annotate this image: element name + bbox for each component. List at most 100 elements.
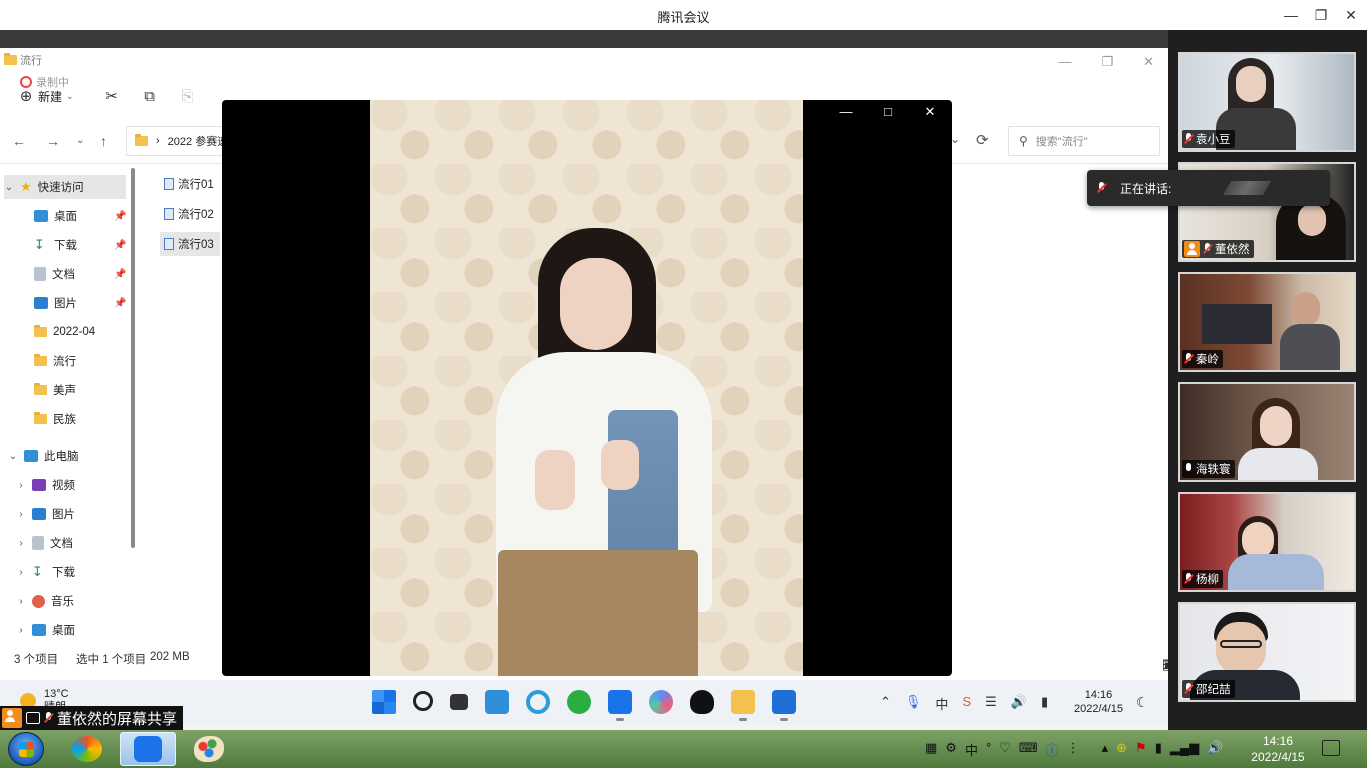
sidebar-item-bel-canto[interactable]: 美声 bbox=[34, 378, 76, 402]
new-button[interactable]: ⊕ 新建 ⌄ bbox=[18, 88, 74, 105]
taskbar-paint-button[interactable] bbox=[182, 732, 238, 766]
remote-system-tray: ⌃ 🎙 中 S ☰ 🔊 ▮ bbox=[880, 694, 1048, 713]
explorer-restore-icon[interactable]: ❐ bbox=[1101, 54, 1113, 70]
flag-icon[interactable]: ⚑ bbox=[1135, 740, 1147, 759]
keyboard-icon[interactable]: ⌨ bbox=[1019, 740, 1038, 759]
sidebar-item-label: 美声 bbox=[53, 385, 76, 397]
signal-icon[interactable]: ▂▄▆ bbox=[1170, 740, 1199, 759]
sidebar-item-this-pc[interactable]: ⌄ 此电脑 bbox=[8, 444, 79, 468]
tray-overflow-icon[interactable]: ▴ bbox=[1102, 740, 1109, 759]
sidebar-item-pc-downloads[interactable]: › ↧ 下载 bbox=[16, 560, 75, 584]
file-item[interactable]: 流行02 bbox=[160, 202, 220, 226]
tray-app-icon[interactable]: ⚙ bbox=[945, 740, 957, 759]
app-icon[interactable] bbox=[649, 690, 673, 714]
video-close-icon[interactable]: ✕ bbox=[920, 104, 940, 120]
folder-icon bbox=[34, 383, 47, 395]
participant-tile[interactable]: 袁小豆 bbox=[1178, 52, 1356, 152]
video-file-icon bbox=[164, 178, 174, 190]
sidebar-item-pc-documents[interactable]: › 文档 bbox=[16, 531, 73, 555]
battery-icon[interactable]: ▮ bbox=[1155, 740, 1162, 759]
refresh-icon[interactable]: ⟳ bbox=[976, 131, 989, 149]
battery-icon[interactable]: ▮ bbox=[1041, 694, 1048, 713]
taskbar-app-button[interactable] bbox=[60, 732, 116, 766]
ime-indicator[interactable]: 中 bbox=[965, 740, 978, 759]
restore-button[interactable]: ❐ bbox=[1308, 4, 1334, 26]
tray-app-icon[interactable]: ▦ bbox=[925, 740, 937, 759]
desktop-app-icon[interactable] bbox=[485, 690, 509, 714]
sidebar-item-pc-desktop[interactable]: › 桌面 bbox=[16, 618, 75, 642]
participant-name: 董依然 bbox=[1215, 244, 1250, 256]
forward-icon[interactable]: → bbox=[46, 133, 60, 149]
explorer-title: 流行 bbox=[4, 52, 42, 68]
taskbar-tencent-meeting-button[interactable] bbox=[120, 732, 176, 766]
file-item-selected[interactable]: 流行03 bbox=[160, 232, 220, 256]
search-icon[interactable] bbox=[413, 691, 433, 711]
settings-icon[interactable]: ⋮ bbox=[1067, 740, 1080, 759]
document-icon bbox=[32, 536, 44, 550]
explorer-minimize-icon[interactable]: — bbox=[1058, 54, 1071, 70]
wifi-icon[interactable]: ☰ bbox=[985, 694, 997, 713]
sidebar-scrollbar[interactable] bbox=[131, 168, 135, 548]
file-item[interactable]: 流行01 bbox=[160, 172, 220, 196]
remote-clock[interactable]: 14:16 2022/4/15 bbox=[1074, 688, 1123, 716]
ime-indicator[interactable]: 中 bbox=[935, 694, 948, 713]
help-icon[interactable]: ⓘ bbox=[1046, 740, 1059, 759]
sidebar-item-videos[interactable]: › 视频 bbox=[16, 473, 75, 497]
volume-icon[interactable]: 🔊 bbox=[1011, 694, 1027, 713]
sidebar-item-quick-access[interactable]: ⌄ ★ 快速访问 bbox=[4, 175, 126, 199]
close-button[interactable]: ✕ bbox=[1338, 4, 1364, 26]
tencent-meeting-icon[interactable] bbox=[608, 690, 632, 721]
sidebar-item-folk[interactable]: 民族 bbox=[34, 407, 76, 431]
start-button[interactable] bbox=[8, 732, 44, 766]
media-player-icon[interactable] bbox=[772, 690, 796, 721]
tray-app-icon[interactable]: ♡ bbox=[999, 740, 1011, 759]
participant-tile[interactable]: 秦岭 bbox=[1178, 272, 1356, 372]
sidebar-item-music[interactable]: › 音乐 bbox=[16, 589, 74, 613]
chevron-down-icon: ⌄ bbox=[66, 91, 74, 101]
sidebar-item-pop[interactable]: 流行 bbox=[34, 349, 76, 373]
participant-name-tag: 杨柳 bbox=[1182, 570, 1223, 588]
sidebar-item-pc-pictures[interactable]: › 图片 bbox=[16, 502, 75, 526]
task-view-icon[interactable] bbox=[450, 694, 468, 710]
sidebar-item-2022-04[interactable]: 2022-04 bbox=[34, 320, 95, 344]
sidebar-item-label: 音乐 bbox=[51, 596, 74, 608]
host-avatar-icon bbox=[1184, 241, 1200, 257]
tray-overflow-icon[interactable]: ⌃ bbox=[880, 694, 891, 713]
plus-icon[interactable]: ⊕ bbox=[1116, 740, 1127, 759]
sidebar-item-pictures[interactable]: 图片 📌 bbox=[34, 291, 130, 315]
windows-start-icon[interactable] bbox=[372, 690, 396, 714]
qq-icon[interactable] bbox=[690, 690, 714, 714]
participant-name: 邵纪喆 bbox=[1196, 684, 1231, 696]
up-icon[interactable]: ↑ bbox=[100, 133, 107, 149]
punctuation-icon[interactable]: ° bbox=[986, 740, 991, 759]
expand-chevron-icon: › bbox=[19, 537, 23, 549]
participant-tile[interactable]: 杨柳 bbox=[1178, 492, 1356, 592]
sogou-icon[interactable]: S bbox=[962, 694, 971, 713]
microphone-icon[interactable]: 🎙 bbox=[905, 694, 922, 713]
volume-icon[interactable]: 🔊 bbox=[1207, 740, 1223, 759]
search-box[interactable]: ⚲ 搜索"流行" bbox=[1008, 126, 1160, 156]
video-maximize-icon[interactable]: □ bbox=[878, 104, 898, 119]
participant-tile[interactable]: 海轶寰 bbox=[1178, 382, 1356, 482]
explorer-close-icon[interactable]: ✕ bbox=[1143, 54, 1154, 70]
video-minimize-icon[interactable]: — bbox=[836, 104, 856, 119]
sidebar-item-desktop[interactable]: 桌面 📌 bbox=[34, 204, 130, 228]
paste-icon[interactable]: ⎘ bbox=[180, 88, 196, 105]
sidebar-item-downloads[interactable]: ↧ 下载 📌 bbox=[34, 233, 130, 257]
edge-browser-icon[interactable] bbox=[526, 690, 550, 714]
cut-icon[interactable]: ✂ bbox=[104, 88, 120, 105]
selected-count: 选中 1 个项目 bbox=[76, 654, 147, 666]
back-icon[interactable]: ← bbox=[12, 133, 26, 149]
copy-icon[interactable]: ⧉ bbox=[142, 88, 158, 105]
focus-assist-icon[interactable]: ☾ bbox=[1136, 694, 1149, 711]
wechat-icon[interactable] bbox=[567, 690, 591, 714]
notification-icon[interactable] bbox=[1322, 740, 1340, 756]
participant-name-tag: 秦岭 bbox=[1182, 350, 1223, 368]
minimize-button[interactable]: — bbox=[1278, 4, 1304, 26]
sidebar-item-documents[interactable]: 文档 📌 bbox=[34, 262, 130, 286]
desktop-icon bbox=[32, 624, 46, 636]
participant-tile[interactable]: 邵纪喆 bbox=[1178, 602, 1356, 702]
file-explorer-icon[interactable] bbox=[731, 690, 755, 721]
recent-chevron-icon[interactable]: ⌄ bbox=[76, 135, 84, 146]
local-clock[interactable]: 14:16 2022/4/15 bbox=[1244, 733, 1312, 765]
